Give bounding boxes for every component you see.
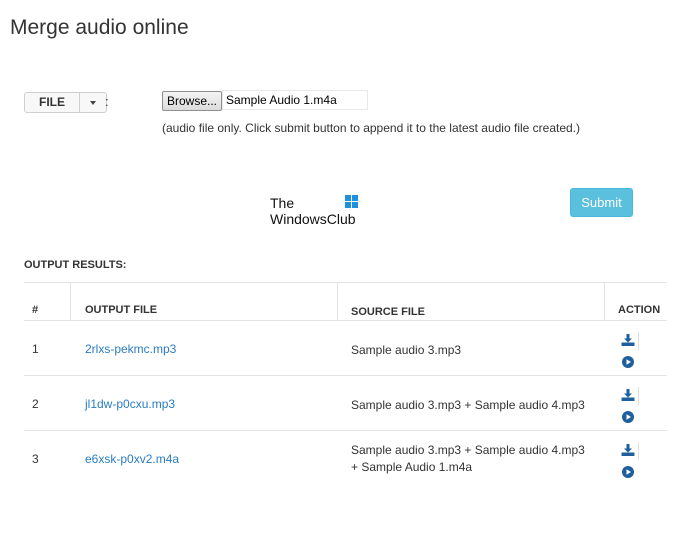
- watermark-line2: WindowsClub: [270, 211, 356, 227]
- source-line2: + Sample Audio 1.m4a: [351, 460, 473, 474]
- download-icon[interactable]: [621, 444, 635, 456]
- submit-button[interactable]: Submit: [570, 188, 633, 217]
- download-icon[interactable]: [621, 389, 635, 401]
- page-title: Merge audio online: [10, 16, 189, 39]
- file-type-button[interactable]: FILE: [25, 93, 80, 112]
- table-row: 2 jl1dw-p0cxu.mp3 Sample audio 3.mp3 + S…: [24, 375, 667, 430]
- source-line1: Sample audio 3.mp3 + Sample audio 4.mp3: [351, 398, 585, 412]
- play-circle-icon[interactable]: [622, 356, 634, 368]
- row-actions: [619, 387, 639, 423]
- row-actions: [619, 332, 639, 368]
- file-type-separator: :: [105, 94, 109, 109]
- column-header-number: #: [32, 304, 39, 316]
- column-header-source-file: SOURCE FILE: [351, 306, 425, 318]
- download-icon[interactable]: [621, 334, 635, 346]
- caret-down-icon: [90, 100, 96, 105]
- table-header: # OUTPUT FILE SOURCE FILE ACTION: [24, 282, 667, 320]
- output-file-link[interactable]: jl1dw-p0cxu.mp3: [85, 397, 175, 411]
- row-number: 1: [32, 342, 39, 356]
- row-number: 2: [32, 397, 39, 411]
- file-type-dropdown[interactable]: FILE: [24, 92, 107, 113]
- watermark-line1: The: [270, 195, 295, 211]
- file-type-caret[interactable]: [80, 93, 106, 112]
- source-line1: Sample audio 3.mp3: [351, 343, 462, 357]
- output-file-link[interactable]: 2rlxs-pekmc.mp3: [85, 342, 176, 356]
- column-header-action: ACTION: [618, 304, 661, 316]
- source-file: Sample audio 3.mp3 + Sample audio 4.mp3 …: [351, 442, 601, 476]
- table-row: 3 e6xsk-p0xv2.m4a Sample audio 3.mp3 + S…: [24, 430, 667, 485]
- output-table: # OUTPUT FILE SOURCE FILE ACTION 1 2rlxs…: [24, 282, 667, 485]
- play-circle-icon[interactable]: [622, 411, 634, 423]
- column-header-output-file: OUTPUT FILE: [85, 304, 158, 316]
- source-file: Sample audio 3.mp3: [351, 342, 601, 359]
- row-number: 3: [32, 452, 39, 466]
- output-results-title: OUTPUT RESULTS:: [24, 259, 127, 271]
- source-line1: Sample audio 3.mp3 + Sample audio 4.mp3: [351, 443, 585, 457]
- browse-button[interactable]: Browse...: [162, 91, 223, 111]
- table-row: 1 2rlxs-pekmc.mp3 Sample audio 3.mp3: [24, 320, 667, 375]
- play-circle-icon[interactable]: [622, 466, 634, 478]
- windows-logo-icon: [345, 195, 359, 209]
- output-file-link[interactable]: e6xsk-p0xv2.m4a: [85, 452, 179, 466]
- watermark-logo: The WindowsClub: [270, 195, 359, 227]
- source-file: Sample audio 3.mp3 + Sample audio 4.mp3: [351, 397, 601, 414]
- selected-file-name: Sample Audio 1.m4a: [222, 90, 368, 110]
- row-actions: [619, 442, 639, 478]
- file-hint-text: (audio file only. Click submit button to…: [162, 121, 581, 135]
